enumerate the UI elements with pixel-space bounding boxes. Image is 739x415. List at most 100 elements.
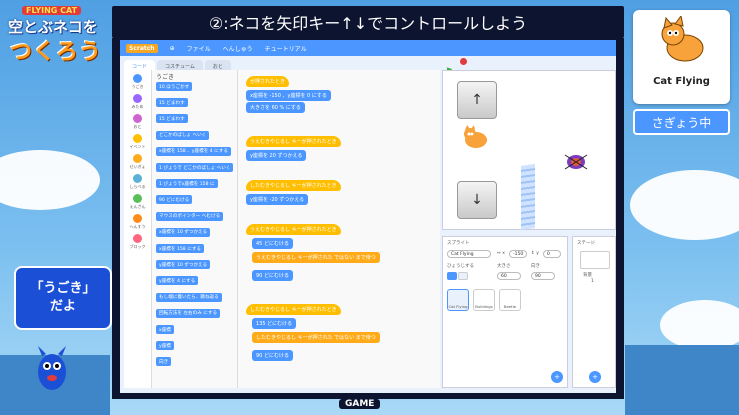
category-label: ブロック [129, 244, 146, 249]
screen-frame: Scratch ⊕ ファイル へんしゅう チュートリアル コード コスチューム … [112, 38, 624, 399]
sprite-name-field[interactable]: Cat Flying [447, 250, 491, 258]
category-dot [133, 174, 142, 183]
code-block[interactable]: したむきやじるし キーが押されたとき [246, 180, 341, 191]
menu-file[interactable]: ファイル [187, 44, 211, 53]
palette-block[interactable]: 15 どまわす [156, 98, 188, 108]
code-area: が押されたとき x座標を -150 、y座標を 0 にする 大きさを 60 % にす… [238, 70, 440, 388]
sprite-thumb-beetle[interactable]: Beetle [499, 289, 521, 311]
code-block[interactable]: うえむきやじるし キーが押されたとき [246, 136, 341, 147]
direction-field[interactable]: 90 [531, 272, 555, 280]
palette-block[interactable]: 向き [156, 357, 172, 367]
category-dot [133, 214, 142, 223]
category-item[interactable]: せいぎょ [124, 154, 151, 170]
size-field[interactable]: 60 [497, 272, 521, 280]
category-label: おと [133, 124, 142, 129]
backdrop-thumb[interactable] [580, 251, 610, 269]
category-dot [133, 134, 142, 143]
sprite-thumb-buildings[interactable]: Buildings [473, 289, 495, 311]
code-block[interactable]: うえむきやじるし キーが押されたとき [246, 224, 341, 235]
category-item[interactable]: みため [124, 94, 151, 110]
category-dot [133, 234, 142, 243]
palette-block[interactable]: もし端に着いたら、跳ね返る [156, 292, 222, 302]
palette-block[interactable]: y座標を 4 にする [156, 276, 199, 286]
globe-icon[interactable]: ⊕ [170, 45, 175, 52]
palette-block[interactable]: y座標 [156, 341, 174, 351]
palette-block[interactable]: 1 びょうで どこかのばしょ へいく [156, 163, 234, 172]
palette-block[interactable]: y座標を 10 ずつかえる [156, 260, 211, 270]
menu-tutorial[interactable]: チュートリアル [265, 44, 307, 53]
sprite-info-pane: スプライト Cat Flying ↔ x -150 ↕ y 0 ひょうじする 大… [442, 236, 568, 388]
code-block[interactable]: したむきやじるし キーが押された ではない まで待つ [252, 332, 380, 343]
cat-icon [655, 14, 709, 70]
code-block[interactable]: 90 どにむける [252, 270, 293, 281]
palette-block[interactable]: x座標 [156, 325, 174, 334]
stage-pane-title: ステージ [577, 241, 595, 246]
size-label: 大きさ [497, 264, 511, 269]
category-item[interactable]: ブロック [124, 234, 151, 250]
code-block[interactable]: y座標を -20 ずつかえる [246, 194, 309, 205]
category-label: へんすう [129, 224, 146, 229]
down-arrow-key: ↓ [457, 181, 497, 219]
logo-line2: つくろう [10, 40, 103, 65]
direction-label: 向き [531, 264, 540, 269]
logo-tag: FLYING CAT [22, 6, 82, 15]
palette-block[interactable]: 90 どにむける [156, 195, 193, 205]
code-block[interactable]: 135 どにむける [252, 318, 297, 329]
palette-block[interactable]: マウスのポインター へむける [156, 211, 224, 221]
sprite-card: Cat Flying [633, 10, 730, 104]
category-list: うごきみためおとイベントせいぎょしらべるえんざんへんすうブロック [124, 70, 152, 388]
sprite-pane-title: スプライト [447, 241, 470, 246]
code-block[interactable]: x座標を -150 、y座標を 0 にする [246, 90, 331, 101]
category-item[interactable]: うごき [124, 74, 151, 90]
beetle-sprite[interactable] [563, 151, 589, 177]
code-block[interactable]: 90 どにむける [252, 350, 293, 361]
menubar: Scratch ⊕ ファイル へんしゅう チュートリアル [120, 40, 616, 56]
category-item[interactable]: へんすう [124, 214, 151, 230]
sprite-card-label: Cat Flying [653, 76, 710, 87]
palette-block[interactable]: x座標を 158 にする [156, 244, 205, 253]
palette-block[interactable]: x座標を 10 ずつかえる [156, 227, 211, 237]
palette-block[interactable]: 1 びょうでx座標を 158 に [156, 179, 218, 189]
status-badge: さぎょう中 [633, 109, 730, 135]
code-block[interactable]: y座標を 20 ずつかえる [246, 150, 307, 161]
block-palette: うごき 10 ほうごかす 15 どまわす 15 どまわすどこかのばしょ へいく x座標… [152, 70, 238, 388]
palette-block[interactable]: 回転方法を 左右のみ にする [156, 308, 221, 318]
code-block[interactable]: 大きさを 60 % にする [246, 102, 305, 113]
category-item[interactable]: しらべる [124, 174, 151, 190]
add-backdrop-button[interactable]: + [589, 371, 601, 383]
mascot-icon [34, 342, 70, 396]
city-silhouette [625, 345, 739, 415]
cat-sprite[interactable] [461, 125, 491, 151]
hide-toggle[interactable] [458, 272, 468, 280]
palette-block[interactable]: 10 ほうごかす [156, 82, 193, 91]
sprite-thumb-cat[interactable]: Cat Flying [447, 289, 469, 311]
bubble-line1: 「うごき」 [30, 281, 96, 296]
add-sprite-button[interactable]: + [551, 371, 563, 383]
code-block[interactable]: したむきやじるし キーが押されたとき [246, 304, 341, 315]
code-block[interactable]: うえむきやじるし キーが押された ではない まで待つ [252, 252, 380, 263]
y-field[interactable]: 0 [543, 250, 561, 258]
x-field[interactable]: -150 [509, 250, 527, 258]
show-visible-toggle[interactable] [447, 272, 457, 280]
category-item[interactable]: えんざん [124, 194, 151, 210]
category-label: せいぎょ [129, 164, 146, 169]
up-arrow-key: ↑ [457, 81, 497, 119]
backdrop-count: 1 [591, 279, 594, 284]
category-dot [133, 154, 142, 163]
category-label: みため [131, 104, 144, 109]
category-item[interactable]: おと [124, 114, 151, 130]
category-item[interactable]: イベント [124, 134, 151, 150]
code-block[interactable]: が押されたとき [246, 76, 290, 87]
stage-target-pane[interactable]: ステージ 背景 1 + [572, 236, 616, 388]
category-label: うごき [131, 84, 144, 89]
code-block[interactable]: 45 どにむける [252, 238, 293, 249]
palette-block[interactable]: どこかのばしょ へいく [156, 130, 210, 140]
menu-edit[interactable]: へんしゅう [223, 44, 253, 53]
stop-icon[interactable] [460, 58, 467, 65]
scratch-logo[interactable]: Scratch [126, 43, 158, 53]
category-dot [133, 114, 142, 123]
category-dot [133, 194, 142, 203]
palette-heading: うごき [156, 74, 175, 81]
palette-block[interactable]: x座標を 158 、y座標を 4 にする [156, 146, 231, 156]
palette-block[interactable]: 15 どまわす [156, 114, 188, 124]
